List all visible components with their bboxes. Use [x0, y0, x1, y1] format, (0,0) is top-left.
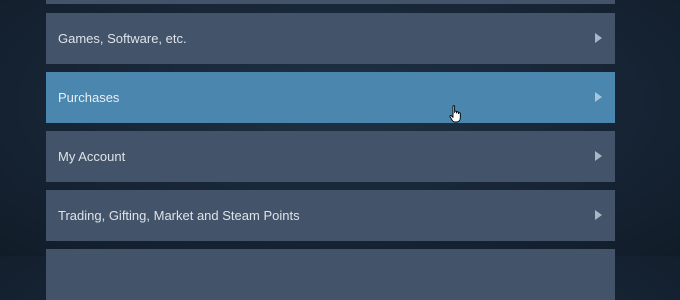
menu-item-games-software[interactable]: Games, Software, etc. [46, 13, 615, 64]
menu-item-my-account[interactable]: My Account [46, 131, 615, 182]
menu-item-label: Purchases [58, 90, 120, 105]
menu-item-partial-top[interactable] [46, 0, 615, 4]
chevron-right-icon [595, 151, 602, 161]
menu-item-partial-bottom[interactable] [46, 249, 615, 300]
menu-item-trading-gifting[interactable]: Trading, Gifting, Market and Steam Point… [46, 190, 615, 241]
hand-pointer-cursor-icon [449, 105, 461, 123]
menu-item-label: Games, Software, etc. [58, 31, 187, 46]
chevron-right-icon [595, 210, 602, 220]
menu-item-purchases[interactable]: Purchases [46, 72, 615, 123]
menu-item-label: My Account [58, 149, 126, 164]
chevron-right-icon [595, 92, 602, 102]
menu-item-label: Trading, Gifting, Market and Steam Point… [58, 208, 300, 223]
help-topic-list: Games, Software, etc. Purchases My Accou… [46, 0, 615, 300]
chevron-right-icon [595, 33, 602, 43]
